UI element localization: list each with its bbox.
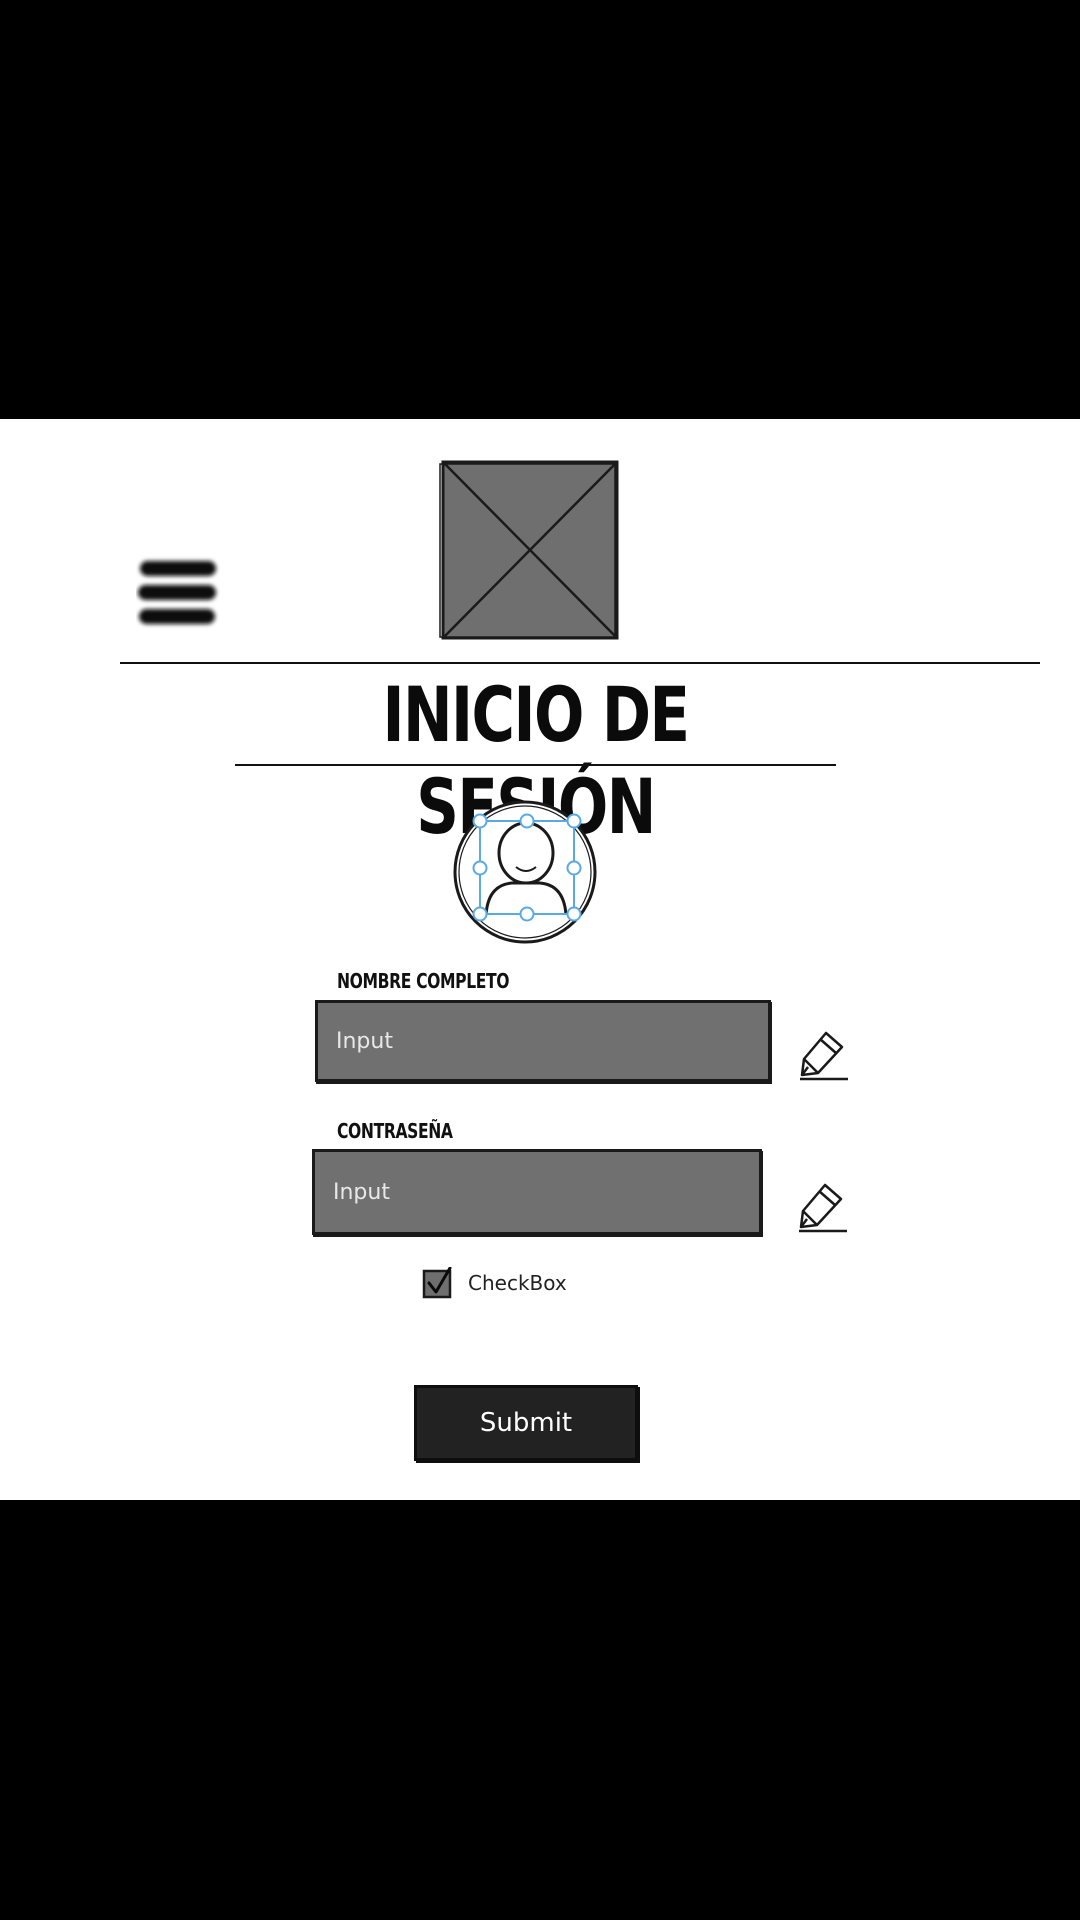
title-underline [235, 764, 836, 766]
name-label: NOMBRE COMPLETO [337, 969, 510, 993]
screen: INICIO DE SESIÓN NOMBRE COMPLETO I [0, 0, 1080, 1920]
checkbox-label: CheckBox [468, 1271, 567, 1295]
submit-button[interactable]: Submit [414, 1385, 638, 1461]
image-placeholder-icon [439, 460, 619, 640]
remember-checkbox-row[interactable]: CheckBox [422, 1267, 567, 1299]
hamburger-menu-icon[interactable] [136, 549, 220, 639]
pencil-icon[interactable] [796, 1029, 852, 1085]
user-avatar-icon[interactable] [450, 797, 600, 947]
password-input[interactable]: Input [312, 1149, 762, 1235]
top-divider [120, 662, 1040, 664]
pencil-icon[interactable] [795, 1181, 851, 1237]
password-label: CONTRASEÑA [337, 1119, 453, 1143]
wireframe-canvas: INICIO DE SESIÓN NOMBRE COMPLETO I [0, 419, 1080, 1500]
name-input[interactable]: Input [315, 1000, 771, 1082]
checkbox-checked-icon[interactable] [422, 1267, 454, 1299]
